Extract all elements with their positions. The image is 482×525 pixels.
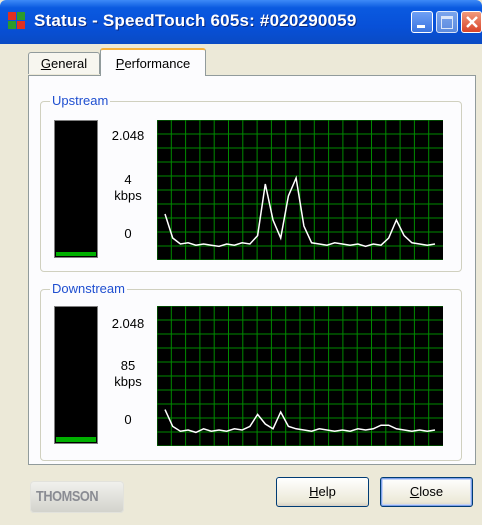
tab-performance[interactable]: Performance — [100, 48, 206, 76]
close-button[interactable]: Close — [380, 477, 473, 507]
close-window-button[interactable] — [461, 11, 482, 33]
tab-general-accel: G — [40, 56, 51, 71]
tab-general-label: eneral — [50, 56, 88, 71]
downstream-level-meter — [54, 306, 98, 444]
downstream-label: Downstream — [50, 281, 127, 296]
logo-text: THOMSON — [36, 488, 99, 505]
upstream-scale-max: 2.048 — [111, 128, 145, 143]
downstream-current-value: 85 — [120, 358, 136, 373]
downstream-scale: 2.048 85 kbps 0 — [100, 306, 156, 444]
downstream-scale-max: 2.048 — [111, 316, 145, 331]
status-window: Status - SpeedTouch 605s: #020290059 Gen… — [0, 0, 482, 525]
upstream-scale: 2.048 4 kbps 0 — [100, 120, 156, 258]
upstream-history-graph — [157, 120, 443, 260]
downstream-unit: kbps — [114, 374, 142, 389]
close-label: lose — [419, 484, 444, 499]
thomson-logo: THOMSON — [30, 481, 124, 513]
upstream-current-value: 4 — [124, 172, 132, 187]
upstream-unit: kbps — [114, 188, 142, 203]
help-accel: H — [309, 484, 319, 499]
maximize-button[interactable] — [436, 11, 458, 33]
upstream-level-meter — [54, 120, 98, 258]
upstream-scale-min: 0 — [124, 226, 132, 241]
help-label: elp — [318, 484, 336, 499]
help-button[interactable]: Help — [276, 477, 369, 507]
close-accel: C — [409, 484, 420, 499]
title-bar[interactable]: Status - SpeedTouch 605s: #020290059 — [0, 0, 482, 44]
window-title: Status - SpeedTouch 605s: #020290059 — [34, 11, 357, 30]
upstream-label: Upstream — [50, 93, 111, 108]
tab-performance-label: erformance — [124, 56, 191, 71]
downstream-history-graph — [157, 306, 443, 446]
downstream-meter-fill — [56, 437, 96, 442]
upstream-meter-fill — [56, 252, 96, 256]
downstream-scale-min: 0 — [124, 412, 132, 427]
network-status-icon — [8, 12, 26, 30]
close-icon — [466, 16, 478, 28]
tab-general[interactable]: General — [28, 52, 100, 74]
minimize-button[interactable] — [411, 11, 433, 33]
